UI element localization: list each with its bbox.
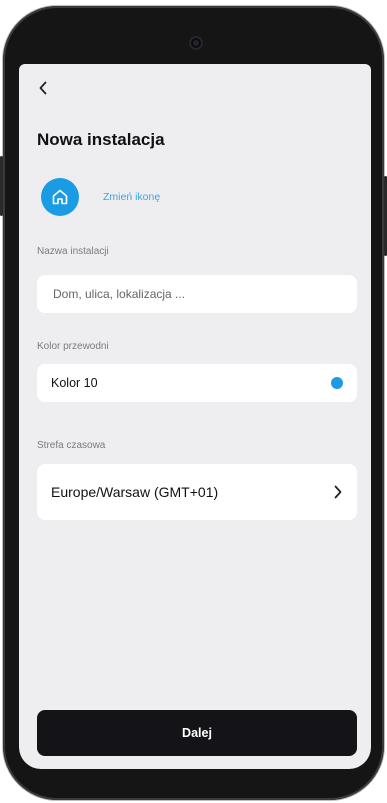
timezone-label: Strefa czasowa — [37, 440, 106, 451]
back-button[interactable] — [33, 76, 53, 100]
change-icon-link[interactable]: Zmień ikonę — [103, 191, 160, 203]
timezone-value: Europe/Warsaw (GMT+01) — [51, 484, 219, 500]
volume-button — [0, 156, 3, 216]
installation-name-label: Nazwa instalacji — [37, 246, 109, 257]
page-title: Nowa instalacja — [37, 130, 165, 149]
installation-name-input[interactable] — [51, 286, 343, 302]
installation-icon[interactable] — [41, 178, 79, 216]
installation-name-card — [37, 275, 357, 313]
color-selector[interactable]: Kolor 10 — [37, 364, 357, 402]
home-icon — [52, 189, 68, 205]
front-camera — [189, 36, 203, 50]
next-button[interactable]: Dalej — [37, 710, 357, 756]
color-value: Kolor 10 — [51, 376, 98, 390]
chevron-left-icon — [39, 81, 47, 95]
timezone-selector[interactable]: Europe/Warsaw (GMT+01) — [37, 464, 357, 520]
app-screen: Nowa instalacja Zmień ikonę Nazwa instal… — [19, 64, 371, 769]
color-swatch — [331, 377, 343, 389]
color-label: Kolor przewodni — [37, 341, 109, 352]
chevron-right-icon — [334, 485, 342, 499]
